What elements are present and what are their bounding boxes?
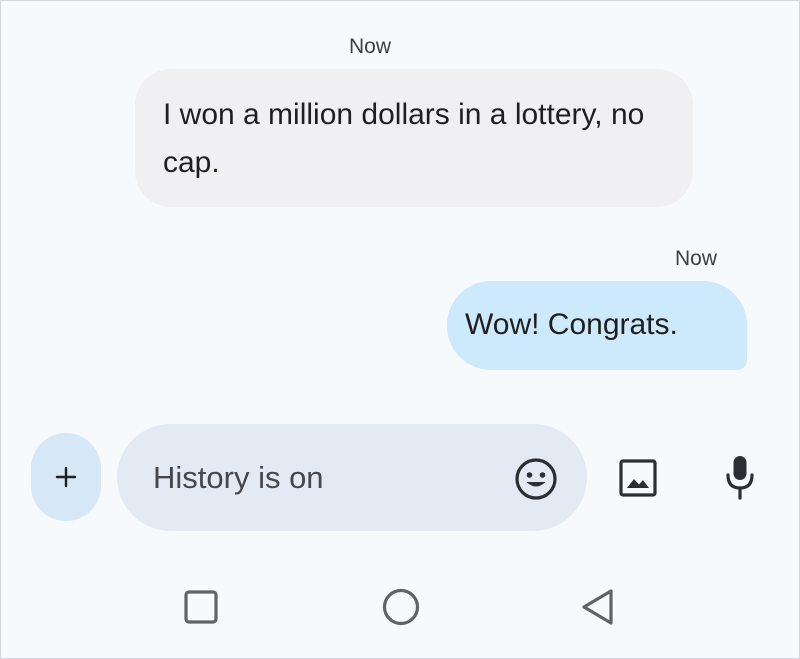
outgoing-message-bubble[interactable]: Wow! Congrats. <box>447 281 747 370</box>
compose-bar <box>117 424 587 531</box>
circle-icon <box>382 588 420 626</box>
gallery-icon <box>619 459 657 497</box>
incoming-message-bubble[interactable]: I won a million dollars in a lottery, no… <box>135 69 693 207</box>
home-button[interactable] <box>379 585 423 629</box>
voice-input-button[interactable] <box>717 451 763 505</box>
message-timestamp: Now <box>675 247 718 270</box>
back-button[interactable] <box>575 585 619 629</box>
recents-button[interactable] <box>179 585 223 629</box>
message-input[interactable] <box>153 456 493 500</box>
plus-icon <box>55 466 77 488</box>
square-icon <box>184 590 218 624</box>
messages-screen: Now I won a million dollars in a lottery… <box>0 0 800 659</box>
triangle-back-icon <box>582 589 613 625</box>
gallery-button[interactable] <box>613 453 663 503</box>
emoji-icon <box>515 458 557 500</box>
add-attachment-button[interactable] <box>31 433 101 521</box>
emoji-button[interactable] <box>513 456 559 502</box>
message-timestamp: Now <box>349 35 392 58</box>
system-navigation-bar <box>1 571 800 651</box>
microphone-icon <box>726 456 754 500</box>
